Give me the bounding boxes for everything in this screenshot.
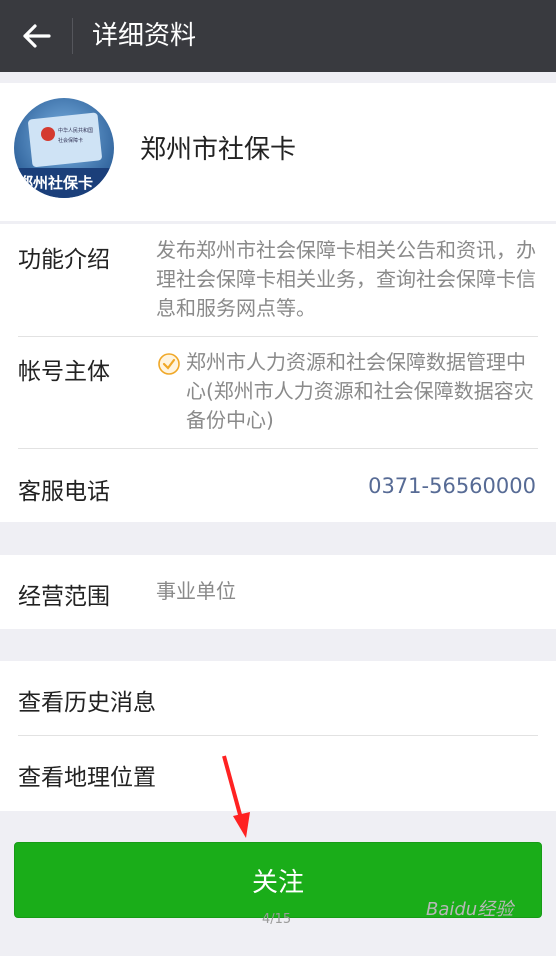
baidu-watermark: Baidu经验: [426, 899, 514, 920]
title-divider: [72, 18, 73, 54]
phone-number-link[interactable]: 0371-56560000: [368, 474, 536, 498]
page-indicator: 4/15: [262, 912, 292, 927]
scope-section: 经营范围 事业单位: [0, 555, 556, 629]
avatar[interactable]: 中华人民共和国 社会保障卡 郑州社保卡: [14, 98, 114, 198]
card-text-1: 中华人民共和国: [58, 127, 93, 134]
verified-check-icon: [158, 353, 180, 375]
history-messages-item[interactable]: 查看历史消息: [0, 661, 556, 735]
owner-label: 帐号主体: [18, 359, 110, 385]
intro-row: 功能介绍 发布郑州市社会保障卡相关公告和资讯，办理社会保障卡相关业务，查询社会保…: [0, 224, 556, 336]
history-messages-label: 查看历史消息: [18, 690, 156, 716]
phone-label: 客服电话: [18, 479, 110, 505]
intro-value: 发布郑州市社会保障卡相关公告和资讯，办理社会保障卡相关业务，查询社会保障卡信息和…: [156, 238, 536, 320]
location-label: 查看地理位置: [18, 765, 156, 791]
location-item[interactable]: 查看地理位置: [0, 736, 556, 811]
card-text-2: 社会保障卡: [58, 137, 83, 144]
profile-name: 郑州市社保卡: [140, 135, 297, 165]
details-section: 功能介绍 发布郑州市社会保障卡相关公告和资讯，办理社会保障卡相关业务，查询社会保…: [0, 224, 556, 522]
owner-value: 郑州市人力资源和社会保障数据管理中心(郑州市人力资源和社会保障数据容灾备份中心): [186, 350, 534, 432]
annotation-arrow-icon: [222, 755, 250, 838]
back-arrow-icon: [23, 24, 51, 48]
card-caption: 郑州社保卡: [18, 174, 93, 192]
intro-label: 功能介绍: [18, 247, 110, 273]
phone-row[interactable]: 客服电话 0371-56560000: [0, 448, 556, 522]
profile-card: 中华人民共和国 社会保障卡 郑州社保卡 郑州市社保卡: [0, 83, 556, 221]
scope-label: 经营范围: [18, 584, 110, 610]
title-bar: 详细资料: [0, 0, 556, 72]
back-button[interactable]: [14, 16, 58, 56]
links-section: 查看历史消息 查看地理位置: [0, 661, 556, 811]
page-title: 详细资料: [92, 21, 197, 51]
scope-value: 事业单位: [156, 579, 236, 603]
owner-row[interactable]: 帐号主体 郑州市人力资源和社会保障数据管理中心(郑州市人力资源和社会保障数据容灾…: [0, 336, 556, 448]
